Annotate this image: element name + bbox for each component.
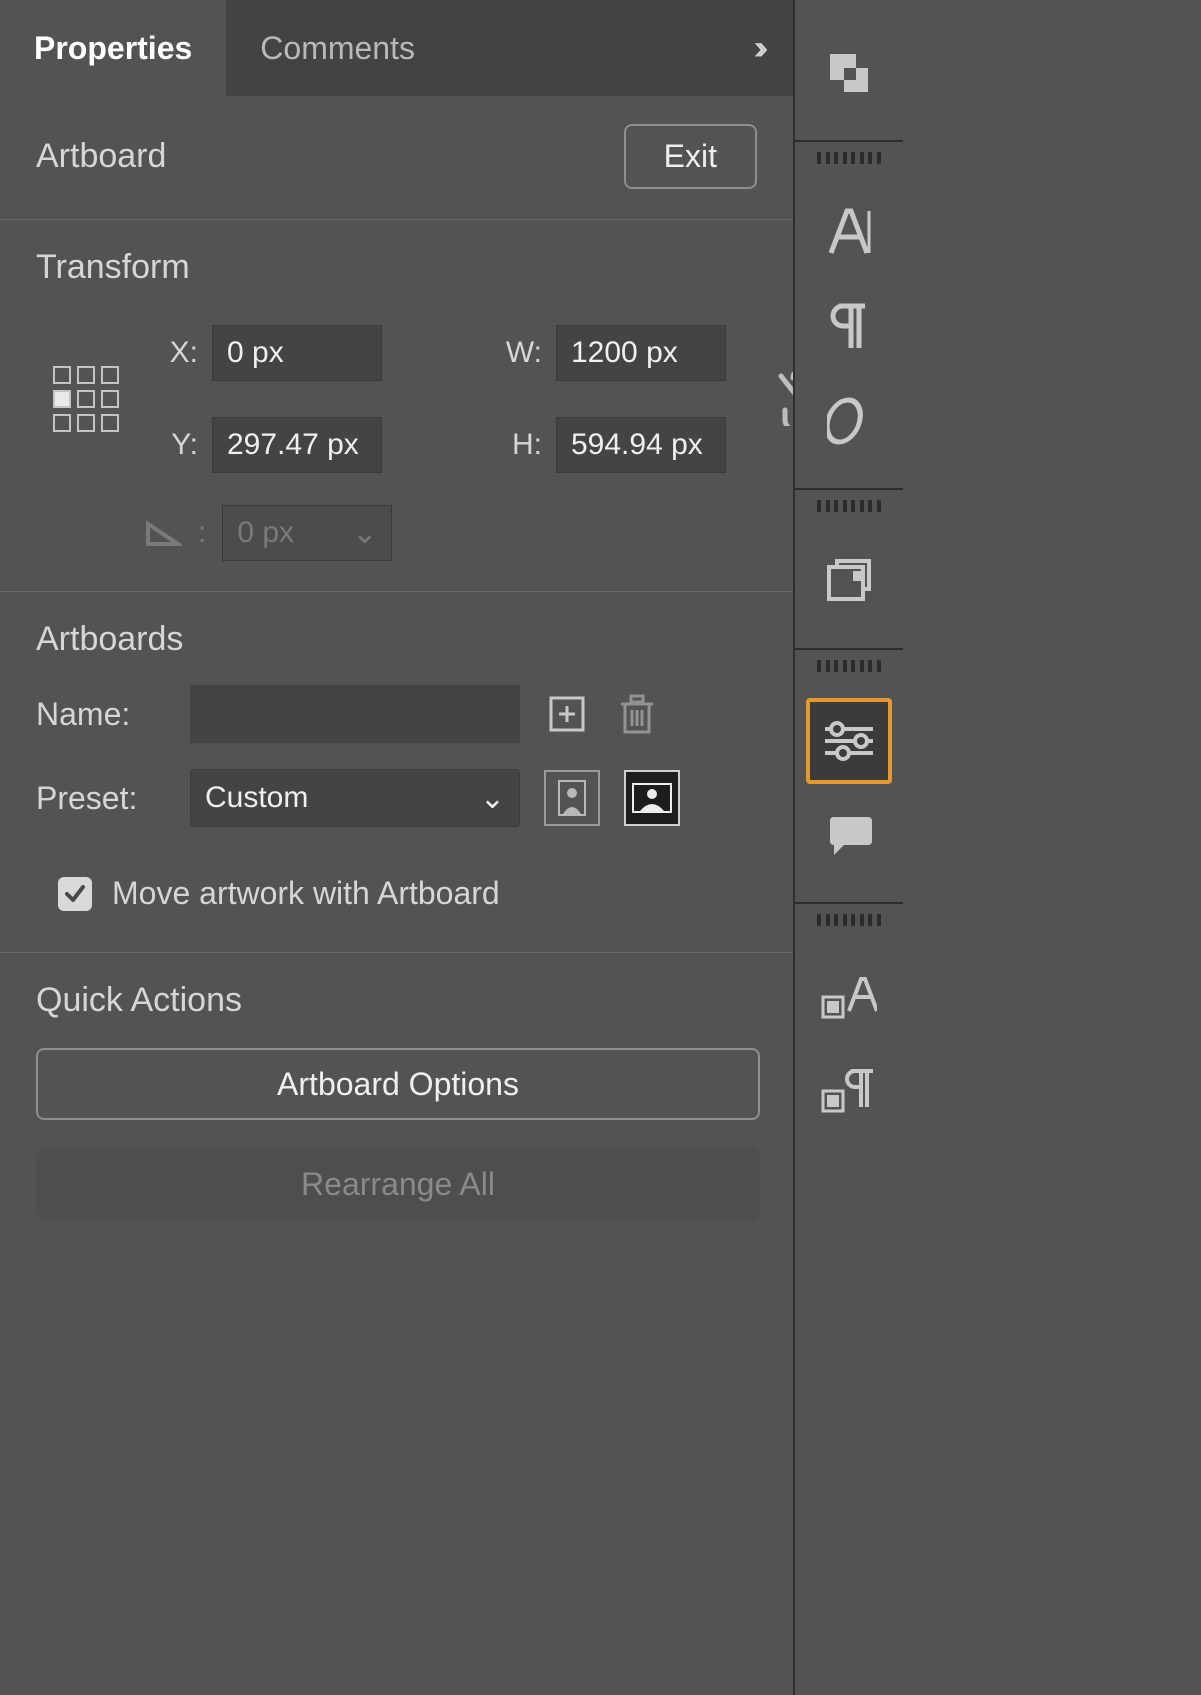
- panel-dock: [793, 0, 903, 1695]
- rotation-input: 0 px ⌄: [222, 505, 392, 561]
- artboard-options-button[interactable]: Artboard Options: [36, 1048, 760, 1120]
- speech-bubble-icon: [824, 813, 874, 857]
- rotation-row: : 0 px ⌄: [36, 505, 757, 561]
- x-label: X:: [144, 336, 204, 370]
- tab-spacer: [449, 0, 721, 96]
- chevron-down-icon: ⌄: [480, 781, 505, 816]
- preset-value: Custom: [205, 781, 308, 815]
- chevrons-right-icon: ››: [754, 29, 761, 68]
- name-label: Name:: [36, 696, 166, 733]
- artboards-icon: [825, 559, 873, 603]
- h-label: H:: [488, 428, 548, 462]
- italic-o-icon: [827, 396, 871, 446]
- orientation-portrait-button[interactable]: [544, 770, 600, 826]
- dock-character-button[interactable]: [806, 190, 892, 276]
- w-label: W:: [488, 336, 548, 370]
- move-artwork-label: Move artwork with Artboard: [112, 875, 500, 912]
- tab-properties[interactable]: Properties: [0, 0, 226, 96]
- portrait-icon: [558, 780, 586, 816]
- y-input[interactable]: 297.47 px: [212, 417, 382, 473]
- artboard-title: Artboard: [36, 137, 166, 176]
- dock-pathfinder-button[interactable]: [806, 30, 892, 116]
- reference-point-widget[interactable]: [36, 366, 136, 432]
- trash-icon: [617, 692, 657, 736]
- artboard-name-input[interactable]: [190, 685, 520, 743]
- dock-gripper[interactable]: [817, 660, 881, 672]
- dock-gripper[interactable]: [817, 152, 881, 164]
- section-quick-actions: Quick Actions Artboard Options Rearrange…: [0, 953, 793, 1250]
- exit-button[interactable]: Exit: [624, 124, 757, 189]
- dock-paragraph-button[interactable]: [806, 284, 892, 370]
- move-artwork-checkbox[interactable]: [58, 877, 92, 911]
- landscape-icon: [632, 783, 672, 813]
- y-label: Y:: [144, 428, 204, 462]
- x-input[interactable]: 0 px: [212, 325, 382, 381]
- section-artboards: Artboards Name:: [0, 592, 793, 953]
- preset-label: Preset:: [36, 780, 166, 817]
- paragraph-style-icon: [821, 1065, 877, 1113]
- chevron-down-icon: ⌄: [352, 516, 377, 551]
- dock-gripper[interactable]: [817, 500, 881, 512]
- shape-combine-icon: [826, 50, 872, 96]
- quick-actions-title: Quick Actions: [36, 981, 757, 1020]
- new-artboard-button[interactable]: [544, 691, 590, 737]
- h-input[interactable]: 594.94 px: [556, 417, 726, 473]
- dock-artboards-button[interactable]: [806, 538, 892, 624]
- dock-paragraph-styles-button[interactable]: [806, 1046, 892, 1132]
- transform-title: Transform: [36, 248, 757, 287]
- artboards-title: Artboards: [36, 620, 757, 659]
- w-input[interactable]: 1200 px: [556, 325, 726, 381]
- dock-comments-button[interactable]: [806, 792, 892, 878]
- pilcrow-icon: [829, 302, 869, 352]
- rearrange-all-button: Rearrange All: [36, 1148, 760, 1220]
- dock-properties-button[interactable]: [806, 698, 892, 784]
- properties-panel: Properties Comments ›› Artboard Exit Tra…: [0, 0, 793, 1695]
- orientation-landscape-button[interactable]: [624, 770, 680, 826]
- dock-opentype-button[interactable]: [806, 378, 892, 464]
- sliders-icon: [821, 719, 877, 763]
- section-transform: Transform X: 0 px W: 1200 px: [0, 220, 793, 592]
- angle-icon: [144, 518, 182, 548]
- tab-comments[interactable]: Comments: [226, 0, 449, 96]
- section-artboard-header: Artboard Exit: [0, 96, 793, 220]
- check-icon: [64, 883, 86, 905]
- collapse-panel-button[interactable]: ››: [721, 0, 793, 96]
- dock-character-styles-button[interactable]: [806, 952, 892, 1038]
- plus-icon: [547, 694, 587, 734]
- character-a-icon: [825, 207, 873, 259]
- rotation-value: 0 px: [237, 516, 294, 550]
- delete-artboard-button[interactable]: [614, 691, 660, 737]
- panel-tabs: Properties Comments ››: [0, 0, 793, 96]
- character-style-icon: [821, 971, 877, 1019]
- preset-select[interactable]: Custom ⌄: [190, 769, 520, 827]
- dock-gripper[interactable]: [817, 914, 881, 926]
- angle-colon: :: [198, 516, 206, 550]
